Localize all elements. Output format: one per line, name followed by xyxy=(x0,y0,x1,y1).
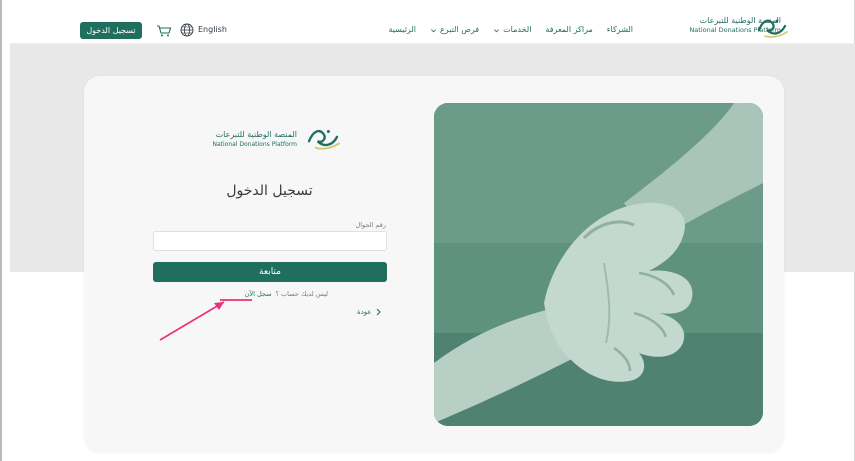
phone-label: رقم الجوال xyxy=(355,221,386,229)
nav-partners[interactable]: الشركاء xyxy=(607,22,633,38)
hands-photo xyxy=(434,103,763,426)
phone-input[interactable] xyxy=(153,231,387,251)
nav-opportunities-label: فرص التبرع xyxy=(440,25,480,34)
chevron-down-icon xyxy=(494,28,500,32)
form-brand-ar: المنصة الوطنية للتبرعات xyxy=(215,130,297,139)
cart-icon[interactable] xyxy=(156,23,172,37)
browser-frame: تسجيل الدخول English الرئيسية فرص التبرع xyxy=(0,0,855,461)
globe-icon xyxy=(180,23,194,37)
nav-home[interactable]: الرئيسية xyxy=(388,22,416,38)
chevron-right-icon xyxy=(376,308,381,316)
annotation-arrow xyxy=(152,288,262,352)
language-label: English xyxy=(198,25,227,34)
form-brand-en: National Donations Platform xyxy=(212,141,297,148)
nav-knowledge[interactable]: مراكز المعرفة xyxy=(545,22,592,38)
top-navigation: تسجيل الدخول English الرئيسية فرص التبرع xyxy=(10,8,853,44)
back-link[interactable]: عودة xyxy=(357,306,382,318)
chevron-down-icon xyxy=(431,28,436,32)
logo-icon[interactable] xyxy=(755,14,789,44)
back-label: عودة xyxy=(357,308,372,316)
no-account-text: ليس لديك حساب ؟ xyxy=(275,290,328,298)
page-title: تسجيل الدخول xyxy=(226,183,313,199)
language-switcher[interactable]: English xyxy=(180,22,227,38)
nav-opportunities[interactable]: فرص التبرع xyxy=(430,22,479,38)
logo-icon xyxy=(304,124,342,156)
form-brand: المنصة الوطنية للتبرعات National Donatio… xyxy=(162,130,297,149)
main-menu: الرئيسية فرص التبرع الخدمات مراكز المعرف… xyxy=(388,22,633,38)
nav-services-label: الخدمات xyxy=(503,25,532,34)
continue-button[interactable]: متابعة xyxy=(153,262,387,282)
login-button[interactable]: تسجيل الدخول xyxy=(80,22,142,39)
nav-services[interactable]: الخدمات xyxy=(493,22,531,38)
